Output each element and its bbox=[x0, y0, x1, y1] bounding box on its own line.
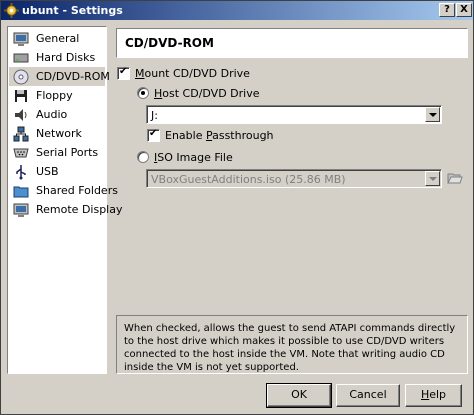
floppy-icon bbox=[15, 90, 27, 102]
window-title: ubunt - Settings bbox=[22, 4, 123, 17]
network-icon bbox=[13, 126, 29, 142]
sidebar-item-network[interactable]: Network bbox=[9, 124, 105, 143]
chevron-down-icon[interactable] bbox=[425, 171, 440, 186]
passthrough-label[interactable]: Enable Passthrough bbox=[165, 129, 274, 142]
cancel-button[interactable]: Cancel bbox=[336, 384, 400, 407]
iso-image-label[interactable]: ISO Image File bbox=[154, 151, 233, 164]
sidebar-item-general[interactable]: General bbox=[9, 29, 105, 48]
sidebar-item-label: Hard Disks bbox=[36, 51, 96, 64]
mount-drive-checkbox[interactable] bbox=[117, 66, 130, 80]
sidebar-item-hard-disks[interactable]: Hard Disks bbox=[9, 48, 105, 67]
sidebar-item-audio[interactable]: Audio bbox=[9, 105, 105, 124]
iso-image-radio[interactable] bbox=[137, 151, 149, 163]
sidebar-item-label: Audio bbox=[36, 108, 68, 121]
description-box: When checked, allows the guest to send A… bbox=[116, 315, 468, 374]
iso-image-select[interactable]: VBoxGuestAdditions.iso (25.86 MB) bbox=[146, 169, 442, 188]
sidebar-item-cd-dvd-rom[interactable]: CD/DVD-ROM bbox=[9, 67, 110, 86]
sidebar-item-label: General bbox=[36, 32, 80, 45]
speaker-icon bbox=[15, 109, 27, 121]
monitor-icon bbox=[13, 32, 29, 46]
iso-image-value: VBoxGuestAdditions.iso (25.86 MB) bbox=[151, 173, 346, 186]
description-text: When checked, allows the guest to send A… bbox=[124, 323, 456, 373]
folder-icon bbox=[13, 186, 29, 198]
sidebar-item-remote-display[interactable]: Remote Display bbox=[9, 200, 123, 219]
host-drive-select[interactable]: J: bbox=[146, 105, 442, 124]
mount-drive-label[interactable]: Mount CD/DVD Drive bbox=[135, 67, 250, 80]
host-drive-label[interactable]: Host CD/DVD Drive bbox=[154, 87, 260, 100]
ok-button[interactable]: OK bbox=[266, 383, 332, 408]
settings-window: ubunt - Settings ? X General Hard Disks bbox=[0, 0, 474, 415]
sidebar-item-label: Serial Ports bbox=[36, 146, 99, 159]
page-title-box: CD/DVD-ROM bbox=[116, 28, 468, 58]
close-button[interactable]: X bbox=[456, 3, 472, 17]
sidebar-item-label: Shared Folders bbox=[36, 184, 118, 197]
remote-display-icon bbox=[13, 203, 29, 217]
gear-icon bbox=[4, 3, 19, 18]
sidebar-item-shared-folders[interactable]: Shared Folders bbox=[9, 181, 118, 200]
passthrough-checkbox[interactable] bbox=[147, 128, 160, 142]
sidebar-item-label: Floppy bbox=[36, 89, 73, 102]
help-button[interactable]: Help bbox=[405, 384, 462, 407]
settings-sidebar: General Hard Disks CD/DVD-ROM Floppy Aud… bbox=[7, 26, 123, 374]
sidebar-item-floppy[interactable]: Floppy bbox=[9, 86, 105, 105]
help-title-button[interactable]: ? bbox=[439, 3, 455, 17]
sidebar-item-label: Network bbox=[36, 127, 82, 140]
sidebar-item-serial-ports[interactable]: Serial Ports bbox=[9, 143, 105, 162]
sidebar-item-label: Remote Display bbox=[36, 203, 123, 216]
serial-port-icon bbox=[13, 148, 29, 158]
folder-open-icon[interactable] bbox=[446, 169, 464, 187]
chevron-down-icon[interactable] bbox=[425, 107, 440, 122]
host-drive-radio[interactable] bbox=[137, 87, 149, 99]
host-drive-value: J: bbox=[151, 109, 158, 122]
sidebar-item-label: CD/DVD-ROM bbox=[36, 70, 110, 83]
sidebar-item-label: USB bbox=[36, 165, 59, 178]
hard-disk-icon bbox=[13, 53, 29, 63]
usb-icon bbox=[16, 165, 26, 180]
sidebar-item-usb[interactable]: USB bbox=[9, 162, 105, 181]
cd-icon bbox=[13, 69, 29, 85]
title-bar[interactable]: ubunt - Settings ? X bbox=[1, 1, 473, 20]
page-title: CD/DVD-ROM bbox=[125, 36, 214, 50]
